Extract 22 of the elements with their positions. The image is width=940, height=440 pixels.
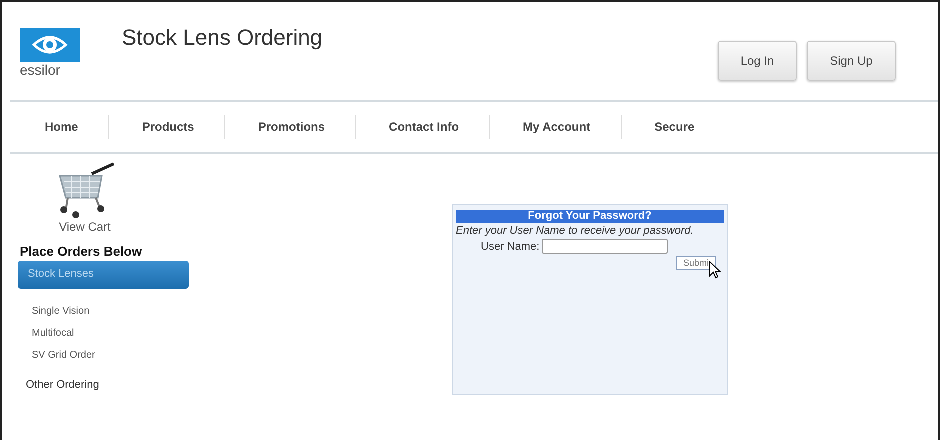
site-title: Stock Lens Ordering: [122, 25, 323, 51]
username-field[interactable]: [542, 239, 668, 254]
pointer-cursor-icon: [709, 261, 721, 279]
nav-link[interactable]: Contact Info: [389, 120, 490, 134]
nav-link[interactable]: Secure: [654, 120, 725, 134]
nav-link[interactable]: Products: [142, 120, 224, 134]
panel-title: Forgot Your Password?: [456, 210, 724, 223]
field-label: User Name:: [481, 240, 540, 252]
nav-link[interactable]: Promotions: [258, 120, 356, 134]
instruction-text: Enter your User Name to receive your password.: [456, 225, 695, 237]
sidebar-heading: Place Orders Below: [20, 244, 142, 259]
sidebar-subitem[interactable]: SV Grid Order: [32, 345, 96, 367]
header-button[interactable]: Sign Up: [807, 41, 896, 81]
nav-link[interactable]: Home: [45, 120, 108, 134]
sidebar-subitem[interactable]: Single Vision: [32, 301, 90, 323]
view-cart-link[interactable]: View Cart: [59, 220, 111, 234]
sidebar-item[interactable]: Other Ordering: [26, 375, 100, 395]
sidebar-subitem[interactable]: Multifocal: [32, 323, 74, 345]
eye-logo-icon: [20, 28, 80, 62]
nav-link[interactable]: My Account: [523, 120, 621, 134]
logo-wordmark: essilor: [20, 62, 60, 78]
header-button[interactable]: Log In: [718, 41, 797, 81]
